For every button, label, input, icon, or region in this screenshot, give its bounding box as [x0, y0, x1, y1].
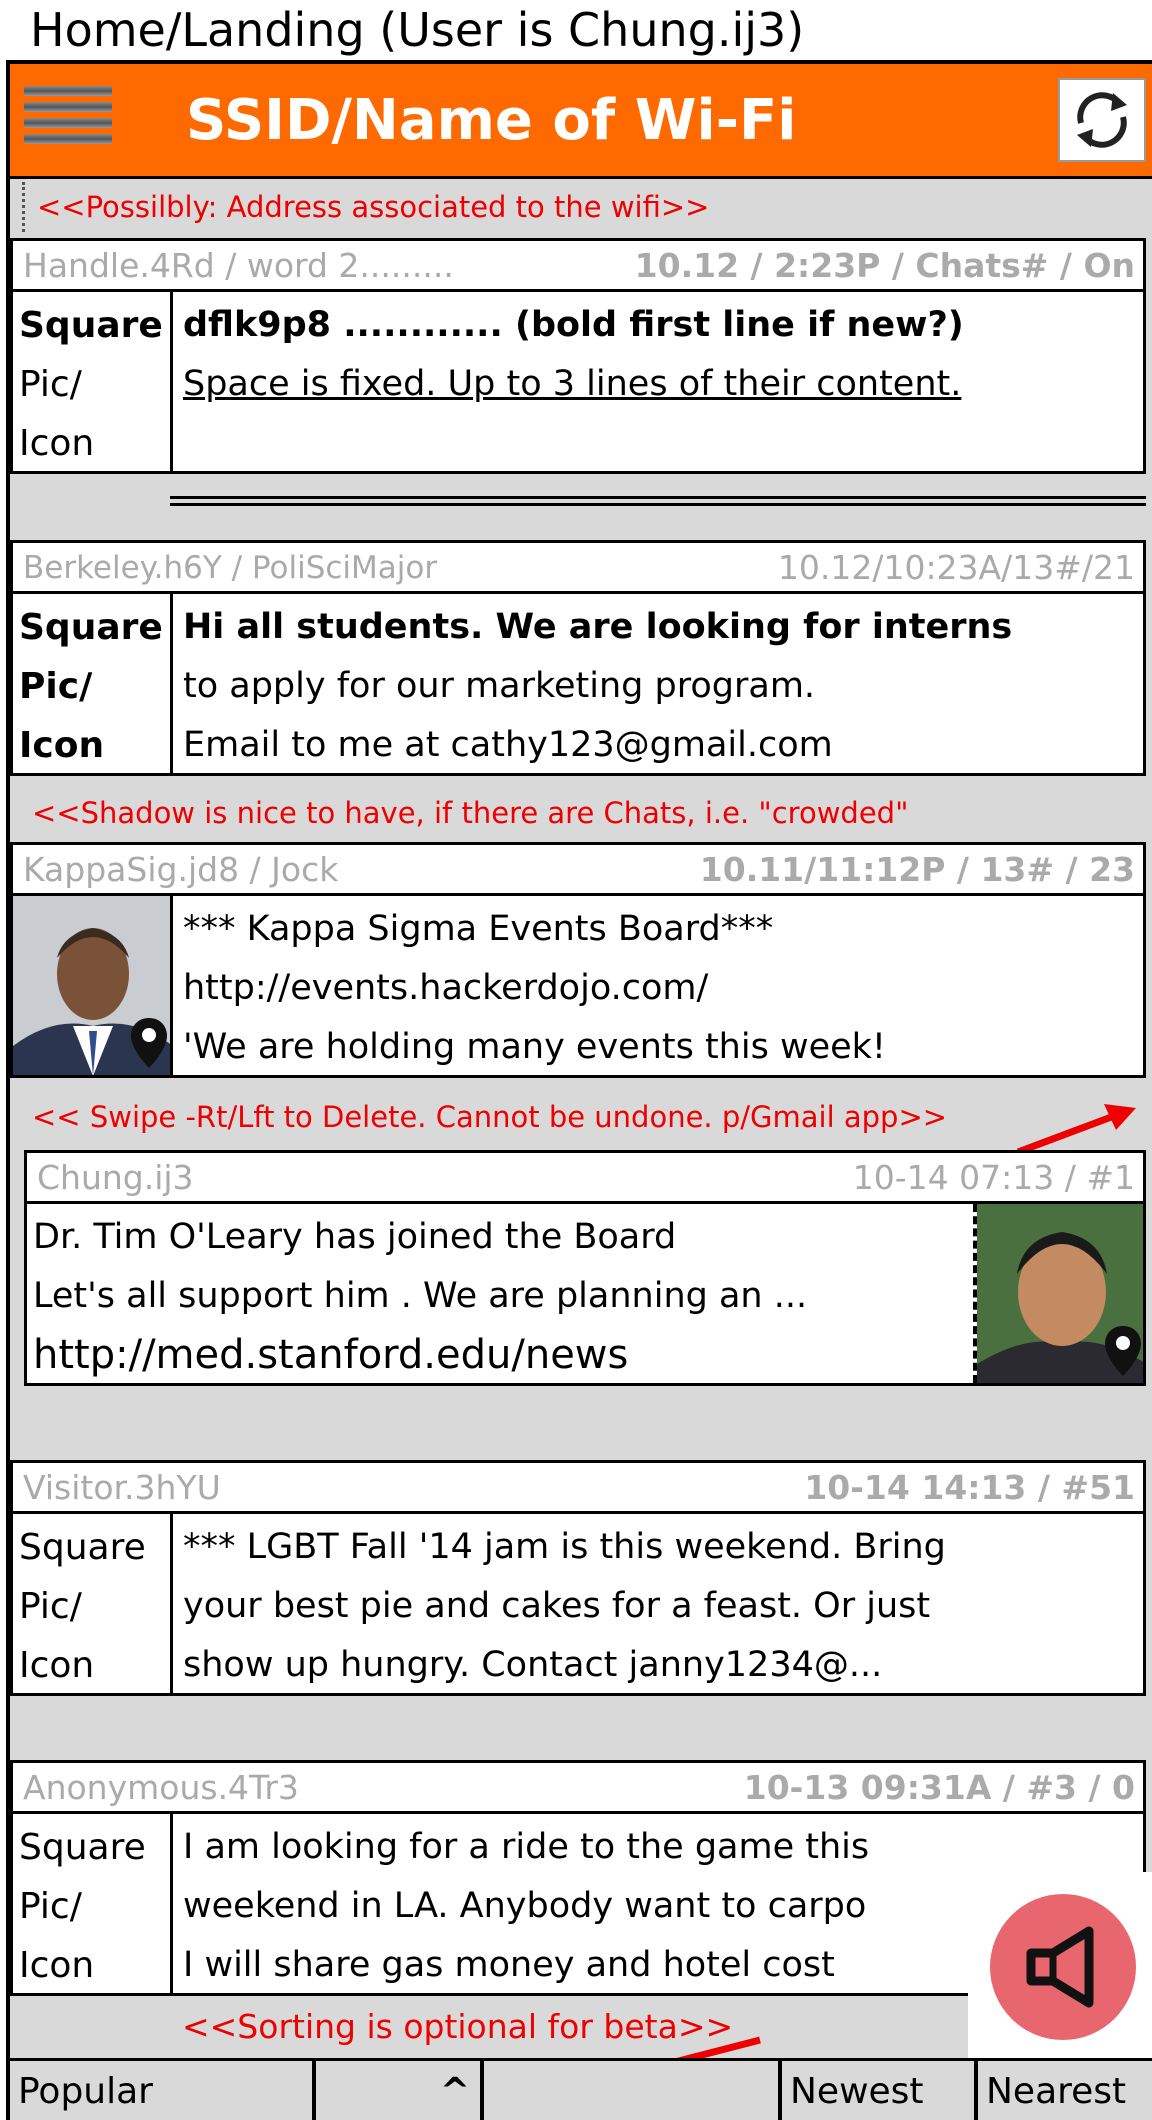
post-meta: 10-14 07:13 / #1 — [852, 1158, 1135, 1197]
tab-popular[interactable]: Popular — [10, 2061, 316, 2120]
post-header[interactable]: Anonymous.4Tr3 10-13 09:31A / #3 / 0 — [10, 1760, 1146, 1814]
post-meta: 10.12 / 2:23P / Chats# / On — [634, 246, 1135, 285]
app-title: SSID/Name of Wi-Fi — [186, 88, 797, 153]
tab-nearest[interactable]: Nearest — [978, 2061, 1152, 2120]
divider — [170, 496, 1146, 506]
shadow-note: <<Shadow is nice to have, if there are C… — [32, 796, 909, 830]
post-header[interactable]: Berkeley.h6Y / PoliSciMajor 10.12/10:23A… — [10, 540, 1146, 594]
location-pin-icon — [1105, 1326, 1141, 1376]
swipe-note: << Swipe -Rt/Lft to Delete. Cannot be un… — [32, 1100, 948, 1134]
post-handle: KappaSig.jd8 / Jock — [23, 850, 339, 889]
post-handle: Berkeley.h6Y / PoliSciMajor — [23, 550, 438, 586]
post-header[interactable]: KappaSig.jd8 / Jock 10.11/11:12P / 13# /… — [10, 842, 1146, 896]
post-avatar-placeholder: Square Pic/Icon — [13, 1514, 173, 1693]
post-content: *** Kappa Sigma Events Board*** http://e… — [183, 909, 886, 1067]
post-content: I am looking for a ride to the game this… — [183, 1827, 870, 1985]
post-header[interactable]: Visitor.3hYU 10-14 14:13 / #51 — [10, 1460, 1146, 1514]
post-content: Dr. Tim O'Leary has joined the Board Let… — [33, 1217, 808, 1378]
post-content: dflk9p8 ............ (bold first line if… — [183, 305, 964, 404]
post-body[interactable]: Square Pic/Icon dflk9p8 ............ (bol… — [10, 292, 1146, 474]
page-title: Home/Landing (User is Chung.ij3) — [30, 3, 805, 57]
post-avatar-photo — [13, 896, 173, 1075]
refresh-icon[interactable] — [1058, 78, 1146, 162]
megaphone-icon[interactable] — [990, 1894, 1136, 2040]
post-header[interactable]: Chung.ij3 10-14 07:13 / #1 — [24, 1150, 1146, 1204]
fab-container — [968, 1872, 1152, 2062]
post-avatar-placeholder: Square Pic/Icon — [13, 292, 173, 471]
post-meta: 10-13 09:31A / #3 / 0 — [743, 1768, 1135, 1807]
post-meta: 10.12/10:23A/13#/21 — [777, 548, 1135, 587]
sort-tab-bar: Popular ^ Newest Nearest — [10, 2058, 1152, 2120]
post-body[interactable]: Square Pic/Icon Hi all students. We are l… — [10, 594, 1146, 776]
post-content: *** LGBT Fall '14 jam is this weekend. B… — [183, 1527, 946, 1685]
post-handle: Chung.ij3 — [37, 1158, 194, 1197]
post-handle: Handle.4Rd / word 2......... — [23, 246, 454, 285]
tab-expand[interactable]: ^ — [316, 2061, 484, 2120]
hamburger-menu-icon[interactable] — [24, 82, 112, 154]
tab-blank[interactable] — [484, 2061, 782, 2120]
post-content: Hi all students. We are looking for inte… — [183, 607, 1013, 765]
post-meta: 10.11/11:12P / 13# / 23 — [699, 850, 1135, 889]
post-avatar-placeholder: Square Pic/Icon — [13, 1814, 173, 1993]
post-body[interactable]: Square Pic/Icon *** LGBT Fall '14 jam is … — [10, 1514, 1146, 1696]
tab-newest[interactable]: Newest — [782, 2061, 978, 2120]
post-avatar-photo — [973, 1204, 1143, 1383]
post-body[interactable]: Dr. Tim O'Leary has joined the Board Let… — [24, 1204, 1146, 1386]
post-handle: Visitor.3hYU — [23, 1468, 221, 1507]
post-meta: 10-14 14:13 / #51 — [804, 1468, 1135, 1507]
post-handle: Anonymous.4Tr3 — [23, 1768, 299, 1807]
post-avatar-placeholder: Square Pic/Icon — [13, 594, 173, 773]
app-bar: SSID/Name of Wi-Fi — [10, 64, 1152, 179]
phone-screen: SSID/Name of Wi-Fi <<Possilbly: Address … — [6, 60, 1152, 2120]
address-note: <<Possilbly: Address associated to the w… — [22, 182, 709, 232]
post-body[interactable]: *** Kappa Sigma Events Board*** http://e… — [10, 896, 1146, 1078]
post-header[interactable]: Handle.4Rd / word 2......... 10.12 / 2:2… — [10, 238, 1146, 292]
location-pin-icon — [131, 1018, 167, 1068]
